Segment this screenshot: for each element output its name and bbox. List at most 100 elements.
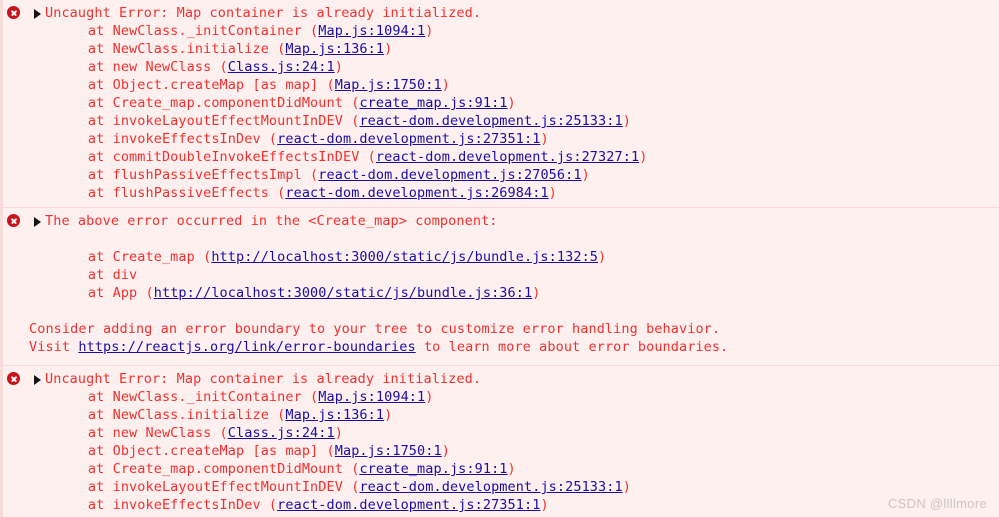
stack-frame-text: at Create_map.componentDidMount ( [55,95,360,111]
source-location-link[interactable]: react-dom.development.js:27056:1 [318,167,581,183]
stack-trace: at NewClass._initContainer (Map.js:1094:… [3,388,999,517]
stack-frame[interactable]: at Create_map (http://localhost:3000/sta… [3,248,999,266]
error-circle-x-icon [7,214,20,227]
stack-frame[interactable]: at NewClass.initialize (Map.js:136:1) [3,406,999,424]
stack-frame-text: ) [507,461,516,477]
source-location-link[interactable]: https://reactjs.org/link/error-boundarie… [78,339,415,355]
stack-frame[interactable]: at flushPassiveEffectsImpl (react-dom.de… [3,166,999,184]
source-location-link[interactable]: Map.js:1094:1 [318,23,425,39]
stack-frame-text: at flushPassiveEffects ( [55,185,286,201]
stack-frame[interactable]: at App (http://localhost:3000/static/js/… [3,284,999,302]
stack-frame-text: at invokeLayoutEffectMountInDEV ( [55,113,360,129]
stack-frame-text: at flushPassiveEffectsImpl ( [55,167,319,183]
note-line: Consider adding an error boundary to you… [3,320,999,338]
stack-trace: at NewClass._initContainer (Map.js:1094:… [3,22,999,202]
source-location-link[interactable]: http://localhost:3000/static/js/bundle.j… [154,285,532,301]
error-headline-row[interactable]: Uncaught Error: Map container is already… [3,4,999,22]
source-location-link[interactable]: react-dom.development.js:25133:1 [359,113,622,129]
error-circle-x-icon [7,6,20,19]
stack-frame-text: at new NewClass ( [55,59,228,75]
stack-frame-text: ) [581,167,590,183]
error-group: The above error occurred in the <Create_… [3,207,999,365]
error-headline-text: The above error occurred in the <Create_… [45,213,498,229]
stack-frame-text: ) [441,77,450,93]
stack-frame[interactable]: at NewClass._initContainer (Map.js:1094:… [3,388,999,406]
stack-frame-text: ) [384,407,393,423]
stack-frame-text: ) [425,23,434,39]
source-location-link[interactable]: Map.js:1094:1 [318,389,425,405]
stack-frame-text: ) [384,41,393,57]
stack-frame-text: at NewClass.initialize ( [55,41,286,57]
source-location-link[interactable]: react-dom.development.js:27351:1 [277,131,540,147]
stack-frame-text: ) [622,479,631,495]
source-location-link[interactable]: create_map.js:91:1 [359,95,507,111]
stack-frame[interactable]: at flushPassiveEffects (react-dom.develo… [3,184,999,202]
disclosure-triangle-right-icon[interactable] [34,375,41,385]
error-headline-text: Uncaught Error: Map container is already… [45,371,482,387]
source-location-link[interactable]: create_map.js:91:1 [359,461,507,477]
stack-trace: at Create_map (http://localhost:3000/sta… [3,230,999,302]
stack-frame[interactable]: at invokeLayoutEffectMountInDEV (react-d… [3,112,999,130]
note-line [3,302,999,320]
stack-frame[interactable]: at invokeEffectsInDev (react-dom.develop… [3,130,999,148]
source-location-link[interactable]: react-dom.development.js:27351:1 [277,497,540,513]
source-location-link[interactable]: Map.js:1750:1 [335,77,442,93]
stack-frame-text: ) [425,389,434,405]
stack-frame [3,230,999,248]
stack-frame[interactable]: at Object.createMap [as map] (Map.js:175… [3,442,999,460]
source-location-link[interactable]: Map.js:1750:1 [335,443,442,459]
stack-frame-text: at NewClass._initContainer ( [55,389,319,405]
error-group: Uncaught Error: Map container is already… [3,0,999,207]
csdn-watermark: CSDN @llllmore [887,496,987,511]
stack-frame[interactable]: at invokeEffectsInDev (react-dom.develop… [3,496,999,514]
stack-frame[interactable]: at new NewClass (Class.js:24:1) [3,424,999,442]
stack-frame-text: at NewClass._initContainer ( [55,23,319,39]
stack-frame[interactable]: at invokeLayoutEffectMountInDEV (react-d… [3,478,999,496]
stack-frame[interactable]: at NewClass._initContainer (Map.js:1094:… [3,22,999,40]
stack-frame-text: ) [507,95,516,111]
source-location-link[interactable]: react-dom.development.js:26984:1 [285,185,548,201]
stack-frame-text: Visit [29,339,79,355]
stack-frame-text: at Create_map ( [55,249,212,265]
error-headline-row[interactable]: Uncaught Error: Map container is already… [3,370,999,388]
source-location-link[interactable]: Map.js:136:1 [285,41,384,57]
stack-frame-text: ) [639,149,648,165]
source-location-link[interactable]: http://localhost:3000/static/js/bundle.j… [211,249,598,265]
error-group-list: Uncaught Error: Map container is already… [3,0,999,517]
stack-frame[interactable]: at commitDoubleInvokeEffectsInDEV (react… [3,148,999,166]
source-location-link[interactable]: react-dom.development.js:25133:1 [359,479,622,495]
stack-frame-text: ) [540,131,549,147]
stack-frame[interactable]: at Object.createMap [as map] (Map.js:175… [3,76,999,94]
stack-frame-text: to learn more about error boundaries. [415,339,729,355]
source-location-link[interactable]: react-dom.development.js:27327:1 [376,149,639,165]
source-location-link[interactable]: Class.js:24:1 [228,59,335,75]
stack-frame-text: at invokeLayoutEffectMountInDEV ( [55,479,360,495]
stack-frame-text: at invokeEffectsInDev ( [55,497,278,513]
stack-frame-text: at commitDoubleInvokeEffectsInDEV ( [55,149,376,165]
error-headline-row[interactable]: The above error occurred in the <Create_… [3,212,999,230]
stack-frame[interactable]: at Create_map.componentDidMount (create_… [3,460,999,478]
stack-frame-text: at NewClass.initialize ( [55,407,286,423]
stack-frame-text: ) [598,249,607,265]
browser-console-error-overlay: Uncaught Error: Map container is already… [0,0,999,517]
error-group: Uncaught Error: Map container is already… [3,365,999,517]
disclosure-triangle-right-icon[interactable] [34,217,41,227]
error-circle-x-icon [7,372,20,385]
note-line[interactable]: Visit https://reactjs.org/link/error-bou… [3,338,999,356]
stack-frame-text: ) [532,285,541,301]
stack-frame-text: at App ( [55,285,154,301]
stack-frame[interactable]: at Create_map.componentDidMount (create_… [3,94,999,112]
source-location-link[interactable]: Class.js:24:1 [228,425,335,441]
stack-frame-text: at invokeEffectsInDev ( [55,131,278,147]
stack-frame-text: at Object.createMap [as map] ( [55,443,335,459]
stack-frame-text: ) [548,185,557,201]
stack-frame-text: ) [622,113,631,129]
error-headline-text: Uncaught Error: Map container is already… [45,5,482,21]
stack-frame[interactable]: at NewClass.initialize (Map.js:136:1) [3,40,999,58]
stack-frame-text: ) [334,425,343,441]
stack-frame-text: ) [334,59,343,75]
stack-frame: at div [3,266,999,284]
stack-frame[interactable]: at new NewClass (Class.js:24:1) [3,58,999,76]
disclosure-triangle-right-icon[interactable] [34,9,41,19]
source-location-link[interactable]: Map.js:136:1 [285,407,384,423]
